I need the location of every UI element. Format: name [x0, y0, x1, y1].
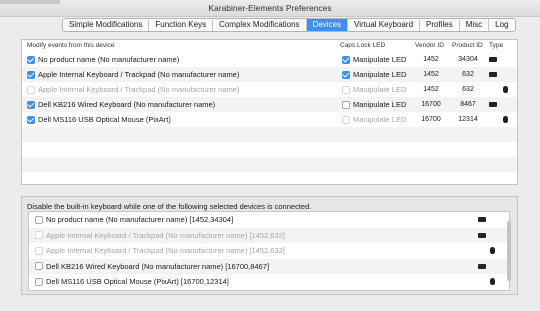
manipulate-led-label: Manipulate LED	[353, 70, 407, 79]
manipulate-led-checkbox	[342, 115, 350, 124]
device-name: Dell MS116 USB Optical Mouse (PixArt)	[38, 115, 171, 124]
keyboard-icon	[478, 232, 486, 238]
keyboard-icon	[478, 217, 486, 222]
mouse-icon	[490, 278, 495, 285]
device-name: No product name (No manufacturer name)	[38, 55, 180, 64]
preferences-window: Karabiner-Elements Preferences Simple Mo…	[0, 0, 540, 311]
empty-row	[22, 127, 517, 142]
device-row: Dell KB216 Wired Keyboard (No manufactur…	[22, 97, 517, 112]
mouse-icon	[503, 116, 508, 123]
manipulate-led-label: Manipulate LED	[353, 85, 407, 94]
header-vendor-id: Vendor ID	[415, 42, 444, 49]
manipulate-led-checkbox[interactable]	[342, 70, 350, 79]
manipulate-led-checkbox[interactable]	[342, 55, 350, 64]
modify-events-checkbox[interactable]	[27, 100, 35, 109]
header-type: Type	[489, 42, 504, 49]
device-row: Apple Internal Keyboard / Trackpad (No m…	[22, 82, 517, 97]
header-caps-lock: Caps Lock LED	[340, 42, 386, 49]
title-bar[interactable]: Karabiner-Elements Preferences	[0, 0, 540, 17]
disable-builtin-checkbox[interactable]	[35, 215, 43, 224]
device-label: No product name (No manufacturer name) […	[46, 215, 234, 224]
modify-events-checkbox[interactable]	[27, 70, 35, 79]
product-id: 8467	[460, 100, 476, 108]
manipulate-led-checkbox	[342, 85, 350, 94]
tab-profiles[interactable]: Profiles	[420, 19, 460, 31]
list-item[interactable]: Dell KB216 Wired Keyboard (No manufactur…	[29, 258, 509, 274]
device-label: Dell KB216 Wired Keyboard (No manufactur…	[46, 261, 270, 271]
manipulate-led-label: Manipulate LED	[353, 55, 407, 64]
product-id: 34304	[458, 55, 478, 63]
empty-row	[22, 157, 517, 172]
vendor-id: 16700	[421, 100, 441, 108]
device-name: Dell KB216 Wired Keyboard (No manufactur…	[38, 100, 216, 109]
empty-row	[22, 172, 517, 187]
tab-devices[interactable]: Devices	[306, 19, 349, 31]
device-label: Apple Internal Keyboard / Trackpad (No m…	[46, 230, 285, 240]
device-row: Apple Internal Keyboard / Trackpad (No m…	[22, 67, 517, 82]
window-title: Karabiner-Elements Preferences	[208, 3, 332, 13]
tab-bar: Simple Modifications Function Keys Complex…	[62, 18, 516, 32]
tab-simple-modifications[interactable]: Simple Modifications	[63, 19, 150, 31]
modify-events-checkbox	[27, 85, 35, 94]
modify-events-checkbox[interactable]	[27, 55, 35, 64]
disable-builtin-checkbox[interactable]	[35, 262, 43, 270]
manipulate-led-checkbox[interactable]	[342, 100, 350, 109]
vendor-id: 1452	[423, 70, 439, 78]
list-item[interactable]: No product name (No manufacturer name) […	[29, 212, 509, 228]
keyboard-icon	[478, 263, 486, 269]
mouse-icon	[490, 247, 495, 254]
keyboard-icon	[489, 102, 497, 107]
tab-log[interactable]: Log	[489, 19, 514, 31]
device-row: No product name (No manufacturer name) Ma…	[22, 52, 517, 67]
tab-virtual-keyboard[interactable]: Virtual Keyboard	[348, 19, 421, 31]
header-modify: Modify events from this device	[27, 42, 115, 49]
disable-builtin-checkbox[interactable]	[35, 277, 43, 286]
product-id: 632	[462, 85, 474, 93]
devices-table: Modify events from this device Caps Lock…	[21, 39, 518, 185]
scrollbar-thumb[interactable]	[507, 221, 511, 281]
device-label: Apple Internal Keyboard / Trackpad (No m…	[46, 246, 285, 255]
manipulate-led-label: Manipulate LED	[353, 115, 407, 124]
vendor-id: 1452	[423, 55, 439, 63]
header-product-id: Product ID	[452, 42, 483, 49]
product-id: 12314	[458, 115, 478, 123]
device-row: Dell MS116 USB Optical Mouse (PixArt) Man…	[22, 112, 517, 127]
product-id: 632	[462, 70, 474, 78]
keyboard-icon	[489, 57, 497, 62]
vendor-id: 16700	[421, 115, 441, 123]
device-name: Apple Internal Keyboard / Trackpad (No m…	[38, 70, 240, 79]
tab-misc[interactable]: Misc	[460, 19, 490, 31]
tab-function-keys[interactable]: Function Keys	[149, 19, 214, 31]
vendor-id: 1452	[423, 85, 439, 93]
keyboard-icon	[489, 72, 497, 77]
list-item: Apple Internal Keyboard / Trackpad (No m…	[29, 243, 509, 259]
tab-complex-modifications[interactable]: Complex Modifications	[213, 19, 307, 31]
list-item: Apple Internal Keyboard / Trackpad (No m…	[29, 227, 509, 243]
disable-builtin-checkbox	[35, 246, 43, 255]
builtin-section-heading: Disable the built-in keyboard while one …	[27, 202, 312, 211]
mouse-icon	[503, 86, 508, 93]
device-label: Dell MS116 USB Optical Mouse (PixArt) [1…	[46, 277, 229, 286]
list-item[interactable]: Dell MS116 USB Optical Mouse (PixArt) [1…	[29, 274, 509, 290]
empty-row	[22, 142, 517, 157]
manipulate-led-label: Manipulate LED	[353, 100, 407, 109]
builtin-keyboard-section: Disable the built-in keyboard while one …	[21, 196, 518, 295]
list-scrollbar[interactable]	[506, 211, 512, 289]
disable-builtin-checkbox	[35, 231, 43, 239]
modify-events-checkbox[interactable]	[27, 115, 35, 124]
device-name: Apple Internal Keyboard / Trackpad (No m…	[38, 85, 240, 94]
builtin-device-list: No product name (No manufacturer name) […	[28, 211, 510, 291]
